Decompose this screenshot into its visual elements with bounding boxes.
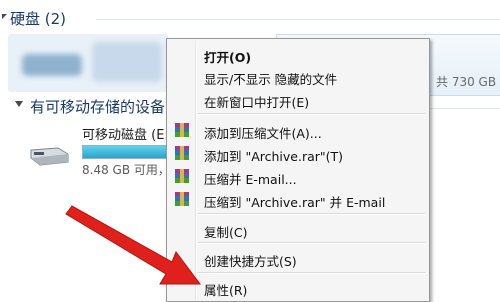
removable-drive-label[interactable]: 可移动磁盘 (E:) bbox=[82, 124, 174, 143]
usage-bar bbox=[82, 145, 176, 159]
menu-item-compress-email[interactable]: 压缩并 E-mail... bbox=[204, 169, 297, 188]
divider bbox=[96, 19, 500, 20]
context-menu: 打开(O) 显示/不显示 隐藏的文件 在新窗口中打开(E) 添加到压缩文件(A)… bbox=[166, 38, 430, 302]
menu-item-open[interactable]: 打开(O) bbox=[204, 47, 251, 66]
winrar-icon bbox=[175, 192, 189, 206]
drive-size-text: 共 730 GB bbox=[436, 75, 497, 89]
menu-item-show-hide[interactable]: 显示/不显示 隐藏的文件 bbox=[204, 69, 337, 88]
usb-drive-icon bbox=[28, 140, 70, 170]
menu-item-create-shortcut[interactable]: 创建快捷方式(S) bbox=[204, 251, 297, 270]
menu-gutter bbox=[195, 41, 197, 299]
menu-item-copy[interactable]: 复制(C) bbox=[204, 222, 247, 241]
menu-item-add-to-rar[interactable]: 添加到 "Archive.rar"(T) bbox=[204, 146, 343, 165]
collapse-triangle-icon[interactable] bbox=[15, 101, 23, 107]
menu-item-properties[interactable]: 属性(R) bbox=[204, 280, 247, 299]
menu-item-open-new-window[interactable]: 在新窗口中打开(E) bbox=[204, 92, 309, 111]
menu-separator bbox=[198, 213, 425, 215]
winrar-icon bbox=[175, 123, 189, 137]
menu-separator bbox=[198, 113, 425, 115]
winrar-icon bbox=[175, 146, 189, 160]
collapse-triangle-icon[interactable] bbox=[2, 14, 7, 19]
menu-separator bbox=[198, 242, 425, 244]
usage-bar-fill bbox=[83, 146, 175, 158]
removable-drive-info: 8.48 GB 可用， bbox=[82, 163, 170, 177]
menu-item-compress-rar-email[interactable]: 压缩到 "Archive.rar" 并 E-mail bbox=[204, 192, 385, 211]
winrar-icon bbox=[175, 169, 189, 183]
menu-separator bbox=[198, 272, 425, 274]
hard-disk-tile[interactable] bbox=[8, 34, 168, 92]
hard-disks-header[interactable]: 硬盘 (2) bbox=[10, 8, 66, 29]
menu-item-add-to-archive[interactable]: 添加到压缩文件(A)... bbox=[204, 123, 322, 142]
